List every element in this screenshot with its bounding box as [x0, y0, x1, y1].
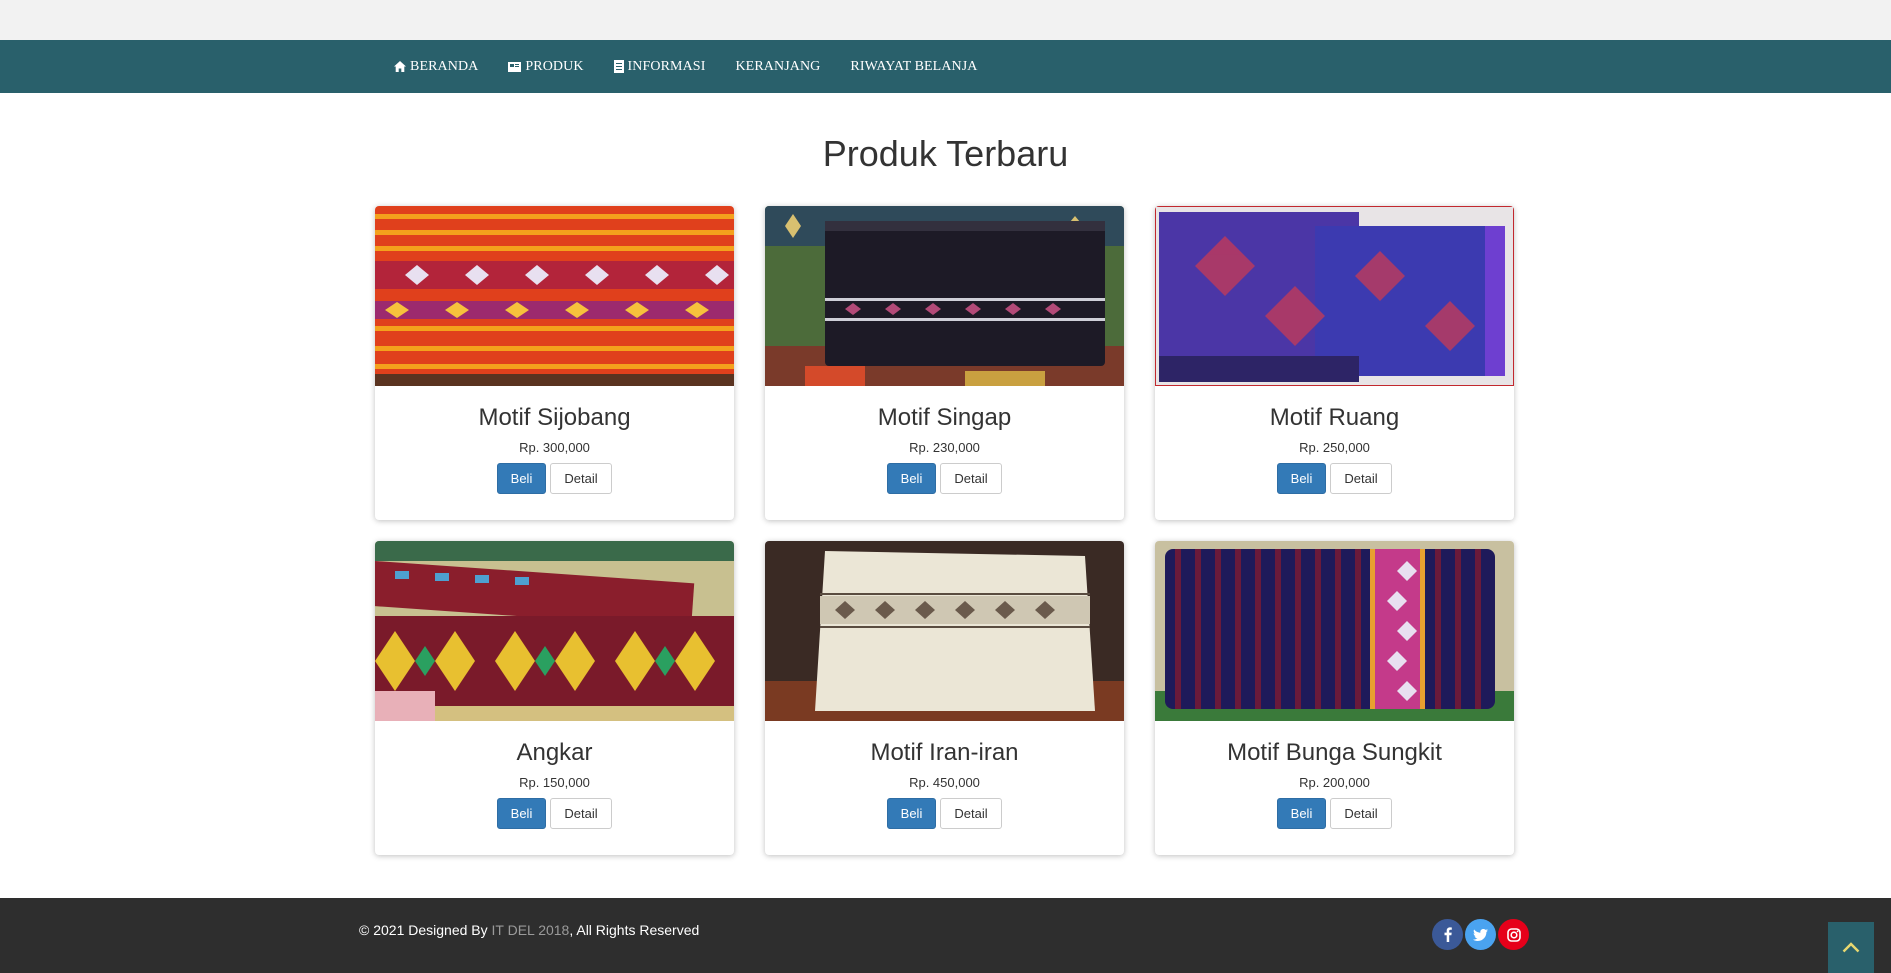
buy-button[interactable]: Beli	[497, 463, 546, 494]
nav-item-label: RIWAYAT BELANJA	[850, 58, 978, 74]
product-actions: Beli Detail	[1155, 798, 1514, 829]
instagram-icon[interactable]	[1498, 919, 1529, 950]
nav-item-riwayat-belanja[interactable]: RIWAYAT BELANJA	[850, 59, 977, 75]
nav-item-produk[interactable]: PRODUK	[508, 59, 583, 75]
buy-button[interactable]: Beli	[497, 798, 546, 829]
home-icon	[394, 61, 406, 72]
product-actions: Beli Detail	[765, 463, 1124, 494]
detail-button[interactable]: Detail	[940, 463, 1002, 494]
detail-button[interactable]: Detail	[550, 798, 612, 829]
product-image[interactable]	[1155, 206, 1514, 386]
product-card: Motif Ruang Rp. 250,000 Beli Detail	[1155, 206, 1514, 520]
product-icon	[508, 61, 522, 72]
product-image[interactable]	[765, 541, 1124, 721]
facebook-icon[interactable]	[1432, 919, 1463, 950]
nav-item-label: INFORMASI	[627, 58, 706, 74]
product-actions: Beli Detail	[765, 798, 1124, 829]
copyright-text: © 2021 Designed By IT DEL 2018, All Righ…	[359, 922, 699, 938]
detail-button[interactable]: Detail	[940, 798, 1002, 829]
product-actions: Beli Detail	[375, 463, 734, 494]
detail-button[interactable]: Detail	[550, 463, 612, 494]
buy-button[interactable]: Beli	[887, 463, 936, 494]
nav-item-beranda[interactable]: BERANDA	[394, 59, 478, 75]
product-actions: Beli Detail	[1155, 463, 1514, 494]
product-price: Rp. 230,000	[909, 440, 980, 455]
product-actions: Beli Detail	[375, 798, 734, 829]
nav-item-keranjang[interactable]: KERANJANG	[735, 59, 820, 75]
detail-button[interactable]: Detail	[1330, 463, 1392, 494]
product-name: Motif Ruang	[1269, 404, 1400, 431]
product-price: Rp. 300,000	[519, 440, 590, 455]
product-card: Angkar Rp. 150,000 Beli Detail	[375, 541, 734, 855]
product-price: Rp. 450,000	[909, 775, 980, 790]
product-card: Motif Singap Rp. 230,000 Beli Detail	[765, 206, 1124, 520]
product-image[interactable]	[375, 206, 734, 386]
detail-button[interactable]: Detail	[1330, 798, 1392, 829]
nav-menu: BERANDA PRODUK INFORMASI KERANJANG RIWAY…	[394, 40, 1008, 93]
product-name: Motif Iran-iran	[870, 739, 1019, 766]
nav-item-label: KERANJANG	[735, 58, 821, 74]
twitter-icon[interactable]	[1465, 919, 1496, 950]
nav-item-label: PRODUK	[525, 58, 584, 74]
back-to-top-button[interactable]	[1828, 922, 1874, 973]
product-card: Motif Iran-iran Rp. 450,000 Beli Detail	[765, 541, 1124, 855]
top-bar	[0, 0, 1891, 40]
section-title: Produk Terbaru	[822, 133, 1069, 174]
nav-item-informasi[interactable]: INFORMASI	[613, 58, 706, 75]
product-card: Motif Sijobang Rp. 300,000 Beli Detail	[375, 206, 734, 520]
document-icon	[613, 60, 624, 73]
copyright-suffix: , All Rights Reserved	[569, 922, 700, 938]
copyright-prefix: © 2021 Designed By	[359, 922, 492, 938]
product-price: Rp. 250,000	[1299, 440, 1370, 455]
product-price: Rp. 150,000	[519, 775, 590, 790]
product-name: Motif Singap	[877, 404, 1012, 431]
product-image[interactable]	[765, 206, 1124, 386]
product-name: Angkar	[516, 739, 593, 766]
product-card: Motif Bunga Sungkit Rp. 200,000 Beli Det…	[1155, 541, 1514, 855]
nav-item-label: BERANDA	[410, 58, 479, 74]
product-name: Motif Sijobang	[478, 404, 631, 431]
buy-button[interactable]: Beli	[887, 798, 936, 829]
product-name: Motif Bunga Sungkit	[1227, 739, 1442, 766]
chevron-up-icon	[1842, 942, 1860, 953]
product-image[interactable]	[375, 541, 734, 721]
main-navbar: BERANDA PRODUK INFORMASI KERANJANG RIWAY…	[0, 40, 1891, 93]
footer: © 2021 Designed By IT DEL 2018, All Righ…	[0, 898, 1891, 973]
product-image[interactable]	[1155, 541, 1514, 721]
buy-button[interactable]: Beli	[1277, 798, 1326, 829]
designer-link[interactable]: IT DEL 2018	[492, 922, 570, 938]
buy-button[interactable]: Beli	[1277, 463, 1326, 494]
product-price: Rp. 200,000	[1299, 775, 1370, 790]
